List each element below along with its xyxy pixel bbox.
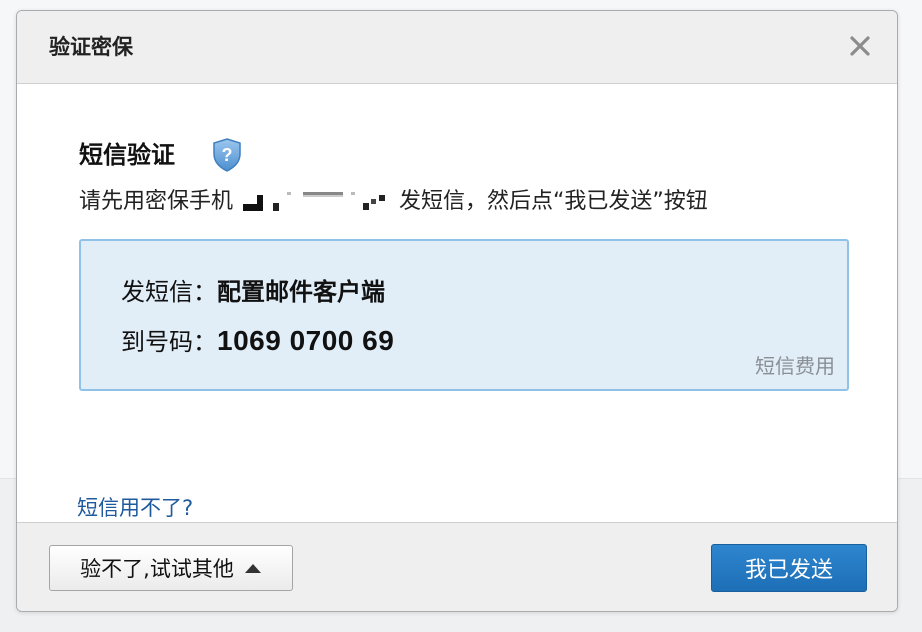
- shield-question-icon: ?: [213, 138, 241, 172]
- masked-phone-number: [243, 192, 386, 211]
- dialog-footer: 验不了,试试其他 我已发送: [17, 522, 897, 611]
- try-other-methods-label: 验不了,试试其他: [80, 557, 234, 581]
- sms-content-label: 发短信：: [121, 278, 217, 306]
- sms-verify-heading: 短信验证: [79, 141, 175, 169]
- instruction-after: 发短信，然后点“我已发送”按钮: [399, 189, 708, 214]
- sms-content-value: 配置邮件客户端: [217, 278, 385, 306]
- sms-number-value: 1069 0700 69: [217, 325, 395, 356]
- svg-text:?: ?: [222, 145, 233, 165]
- sms-info-box: 发短信：配置邮件客户端 到号码：1069 0700 69 短信费用: [79, 239, 849, 391]
- sms-unavailable-link[interactable]: 短信用不了?: [77, 494, 193, 522]
- close-button[interactable]: [845, 31, 875, 61]
- caret-up-icon: [244, 564, 261, 573]
- sms-number-label: 到号码：: [121, 328, 217, 356]
- instruction-text: 请先用密保手机 发短信，然后点“我已发送”按钮: [79, 187, 708, 217]
- verify-dialog: 验证密保 短信验证 ? 请先用密保手机 发短信，然后点“我已发送”按钮 发短信：…: [16, 10, 898, 612]
- sms-fee-link[interactable]: 短信费用: [755, 353, 835, 379]
- try-other-methods-button[interactable]: 验不了,试试其他: [49, 545, 293, 591]
- dialog-title: 验证密保: [49, 35, 133, 59]
- instruction-before: 请先用密保手机: [79, 189, 234, 214]
- sms-sent-button[interactable]: 我已发送: [711, 544, 867, 592]
- sms-content-row: 发短信：配置邮件客户端: [121, 276, 385, 308]
- sms-number-row: 到号码：1069 0700 69: [121, 325, 394, 358]
- dialog-header: 验证密保: [17, 11, 897, 84]
- close-icon: [850, 36, 870, 56]
